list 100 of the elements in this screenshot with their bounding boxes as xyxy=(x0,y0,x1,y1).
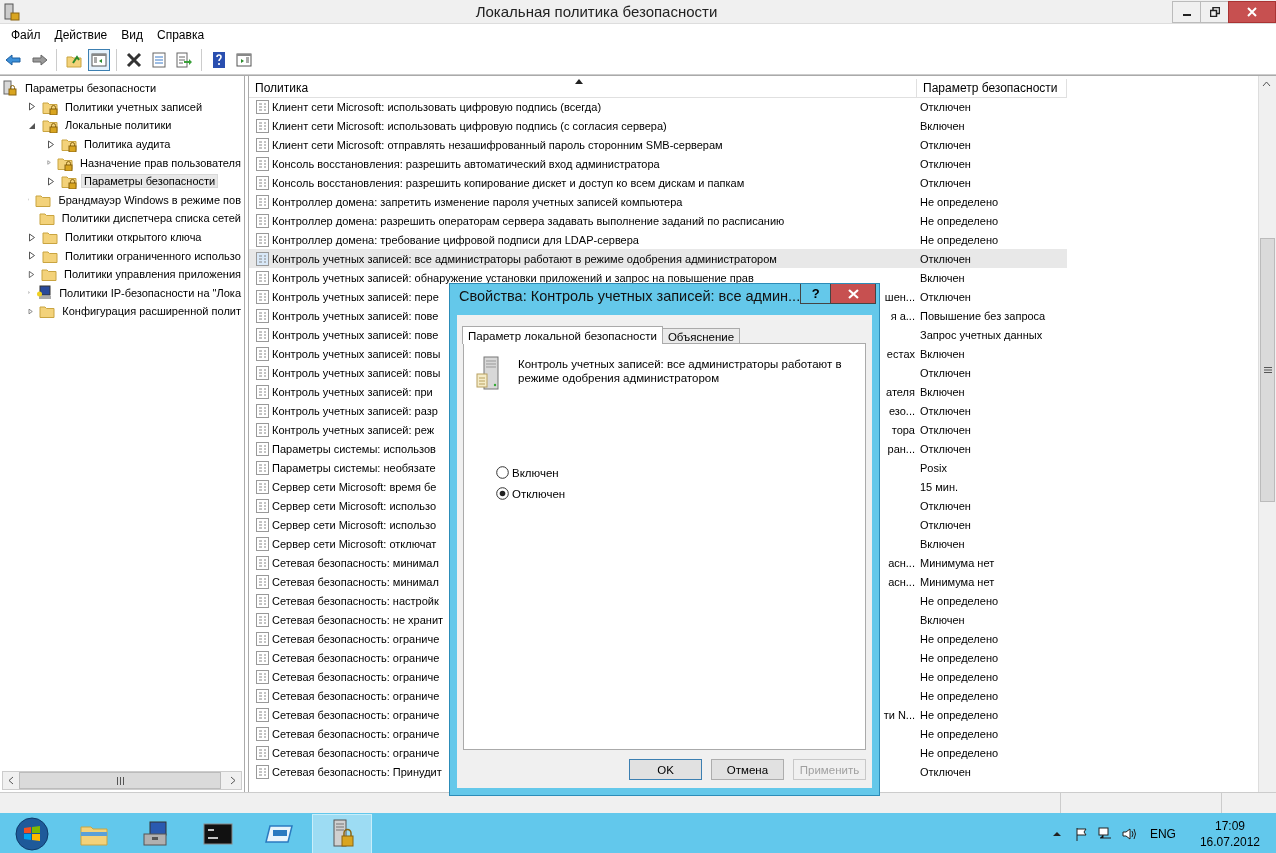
policy-name[interactable]: Контроль учетных записей: реж xyxy=(272,423,434,436)
policy-name[interactable]: асн... xyxy=(888,575,915,588)
security-setting: Не определено xyxy=(919,650,1000,666)
flag-icon[interactable] xyxy=(1073,827,1088,841)
window-title: Локальная политика безопасности xyxy=(474,3,719,20)
tree-item[interactable]: Политики ограниченного использо xyxy=(62,248,244,263)
network-icon[interactable] xyxy=(1097,827,1112,841)
policy-name[interactable]: Контроль учетных записей: пове xyxy=(272,328,439,341)
policy-name[interactable]: езо... xyxy=(888,404,915,417)
tree-item[interactable]: Политики управления приложения xyxy=(61,267,244,282)
close-button[interactable] xyxy=(1228,0,1276,23)
policy-name[interactable]: Сетевая безопасность: ограниче xyxy=(272,708,440,721)
policy-name[interactable]: Контроль учетных записей: повы xyxy=(272,347,441,360)
policy-name[interactable]: Контроль учетных записей: при xyxy=(272,385,433,398)
policy-name[interactable]: Сетевая безопасность: Принудит xyxy=(272,765,442,778)
policy-name[interactable]: Клиент сети Microsoft: использовать цифровую подпись (с согласия сервера) xyxy=(272,119,667,132)
policy-name[interactable]: Контроллер домена: запретить изменение пароля учетных записей компьютера xyxy=(272,195,683,208)
tree-item[interactable]: Политика аудита xyxy=(81,137,174,152)
tree-item[interactable]: Назначение прав пользователя xyxy=(77,155,244,170)
policy-name[interactable]: Клиент сети Microsoft: использовать цифровую подпись (всегда) xyxy=(272,100,602,113)
policy-name[interactable]: ателя xyxy=(886,385,915,398)
dialog-button[interactable]: OK xyxy=(629,759,702,780)
tree-item[interactable]: Политики открытого ключа xyxy=(62,230,205,245)
menu-item[interactable]: Справка xyxy=(150,26,212,44)
policy-icon xyxy=(256,137,269,152)
column-header[interactable]: Политика xyxy=(249,79,917,98)
policy-name[interactable]: я а... xyxy=(890,309,915,322)
policy-name[interactable]: Сетевая безопасность: не хранит xyxy=(272,613,444,626)
policy-name[interactable]: Сетевая безопасность: настройк xyxy=(272,594,439,607)
policy-name[interactable]: Сетевая безопасность: ограниче xyxy=(272,632,440,645)
radio-icon[interactable] xyxy=(496,466,509,479)
policy-name[interactable]: Параметры системы: необязате xyxy=(272,461,436,474)
policy-name[interactable]: Контроль учетных записей: пере xyxy=(272,290,439,303)
help-button[interactable]: ? xyxy=(800,284,832,304)
tab[interactable]: Объяснение xyxy=(661,328,741,343)
radio-icon[interactable] xyxy=(496,487,509,500)
clock[interactable]: 17:09 16.07.2012 xyxy=(1195,818,1264,850)
policy-name[interactable]: Сервер сети Microsoft: время бе xyxy=(272,480,437,493)
policy-name[interactable]: асн... xyxy=(888,556,915,569)
menu-item[interactable]: Вид xyxy=(114,26,150,44)
policy-icon xyxy=(256,118,269,133)
radio-option[interactable]: Отключен xyxy=(496,487,566,500)
menu-item[interactable]: Действие xyxy=(47,26,115,44)
tab[interactable]: Параметр локальной безопасности xyxy=(462,326,663,344)
policy-description: Контроль учетных записей: все администраторы работают в режиме одобрения администратором xyxy=(518,357,843,386)
policy-name[interactable]: Консоль восстановления: разрешить автоматический вход администратора xyxy=(272,157,660,170)
policy-name[interactable]: Сетевая безопасность: минимал xyxy=(272,556,439,569)
policy-name[interactable]: Консоль восстановления: разрешить копирование дискет и доступ ко всем дискам и папкам xyxy=(272,176,745,189)
policy-name[interactable]: Контроль учетных записей: повы xyxy=(272,366,441,379)
policy-icon xyxy=(256,764,269,779)
horizontal-scrollbar[interactable] xyxy=(2,771,242,790)
policy-name[interactable]: Сетевая безопасность: ограниче xyxy=(272,670,440,683)
restore-button[interactable] xyxy=(1200,0,1229,23)
vertical-scrollbar[interactable] xyxy=(1258,76,1276,792)
dialog-button[interactable]: Отмена xyxy=(711,759,784,780)
policy-name[interactable]: Сетевая безопасность: ограниче xyxy=(272,727,440,740)
policy-name[interactable]: Сервер сети Microsoft: использо xyxy=(272,499,437,512)
policy-name[interactable]: Сетевая безопасность: ограниче xyxy=(272,746,440,759)
policy-name[interactable]: ран... xyxy=(887,442,915,455)
policy-name[interactable]: Контроллер домена: требование цифровой подписи для LDAP-сервера xyxy=(272,233,639,246)
policy-name[interactable]: Сетевая безопасность: минимал xyxy=(272,575,439,588)
tree-item[interactable]: Брандмауэр Windows в режиме пов xyxy=(55,192,244,207)
policy-name[interactable]: ти N... xyxy=(883,708,915,721)
expanded-arrow-icon[interactable] xyxy=(28,121,36,130)
security-setting: Включен xyxy=(919,536,966,552)
tree-item[interactable]: Политики учетных записей xyxy=(62,99,206,114)
scroll-right-icon[interactable] xyxy=(230,776,236,785)
policy-name[interactable]: Сетевая безопасность: ограниче xyxy=(272,689,440,702)
collapsed-arrow-icon[interactable] xyxy=(28,102,36,112)
tree-item[interactable]: Параметры безопасности xyxy=(81,174,219,189)
policy-name[interactable]: шен... xyxy=(884,290,915,303)
menu-item[interactable]: Файл xyxy=(4,26,48,44)
tree-item[interactable]: Параметры безопасности xyxy=(22,81,160,96)
close-button[interactable] xyxy=(831,284,876,304)
policy-name[interactable]: тора xyxy=(891,423,915,436)
security-setting: Не определено xyxy=(919,726,1000,742)
scroll-thumb[interactable] xyxy=(1260,238,1275,502)
policy-icon xyxy=(256,346,269,361)
language-indicator[interactable]: ENG xyxy=(1149,827,1176,841)
tree-item[interactable]: Политики диспетчера списка сетей xyxy=(58,211,244,226)
policy-name[interactable]: Клиент сети Microsoft: отправлять незашифрованный пароль сторонним SMB-серверам xyxy=(272,138,723,151)
policy-name[interactable]: Сервер сети Microsoft: отключат xyxy=(272,537,437,550)
policy-name[interactable]: Контроль учетных записей: обнаружение установки приложений и запрос на повышение прав xyxy=(272,271,754,284)
column-header[interactable]: Параметр безопасности xyxy=(917,79,1067,98)
policy-name[interactable]: Параметры системы: использов xyxy=(272,442,436,455)
tree-item[interactable]: Конфигурация расширенной полит xyxy=(59,304,244,319)
policy-name[interactable]: Контроль учетных записей: пове xyxy=(272,309,439,322)
policy-name[interactable]: Сетевая безопасность: ограниче xyxy=(272,651,440,664)
policy-name[interactable]: Сервер сети Microsoft: использо xyxy=(272,518,437,531)
tree-item[interactable]: Политики IP-безопасности на "Лока xyxy=(56,285,244,300)
radio-option[interactable]: Включен xyxy=(496,466,559,479)
tree-item[interactable]: Локальные политики xyxy=(62,118,175,133)
policy-name[interactable]: Контроллер домена: разрешить операторам сервера задавать выполнение заданий по расписанию xyxy=(272,214,785,227)
scroll-thumb[interactable] xyxy=(19,772,221,789)
security-setting: Не определено xyxy=(919,669,1000,685)
speaker-icon[interactable] xyxy=(1121,827,1136,841)
policy-name[interactable]: Контроль учетных записей: разр xyxy=(272,404,438,417)
policy-name[interactable]: естах xyxy=(886,347,915,360)
minimize-button[interactable] xyxy=(1172,0,1201,23)
scroll-left-icon[interactable] xyxy=(8,776,14,785)
